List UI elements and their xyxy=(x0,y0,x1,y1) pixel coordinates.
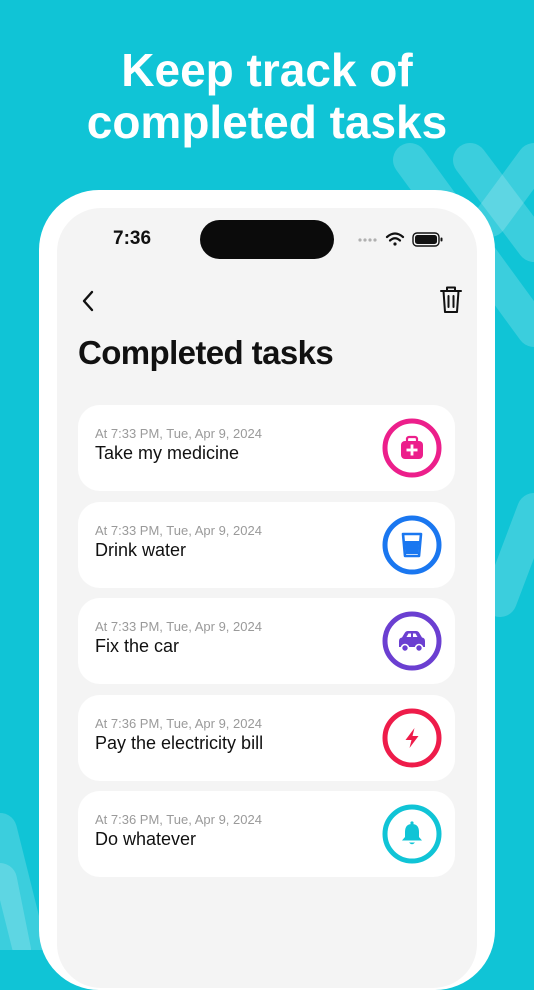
task-timestamp: At 7:33 PM, Tue, Apr 9, 2024 xyxy=(95,619,262,634)
car-icon xyxy=(382,611,442,671)
task-title: Drink water xyxy=(95,540,187,560)
bell-icon xyxy=(382,804,442,864)
dynamic-island xyxy=(200,220,334,259)
phone-screen: 7:36 Completed tasks At 7:33 PM, Tue, Ap… xyxy=(57,208,477,988)
battery-icon xyxy=(412,232,443,247)
first-aid-kit-icon xyxy=(382,418,442,478)
back-button[interactable] xyxy=(77,288,101,314)
headline: Keep track of completed tasks xyxy=(0,44,534,148)
status-time: 7:36 xyxy=(113,228,152,249)
task-title: Pay the electricity bill xyxy=(95,733,264,753)
glass-of-water-icon xyxy=(382,515,442,575)
task-title: Take my medicine xyxy=(95,443,240,463)
lightning-bolt-icon xyxy=(382,708,442,768)
task-timestamp: At 7:33 PM, Tue, Apr 9, 2024 xyxy=(95,523,262,538)
trash-icon xyxy=(440,286,462,313)
status-icons xyxy=(358,232,443,247)
signal-icon xyxy=(358,238,377,242)
wifi-icon xyxy=(385,232,405,246)
task-card-do-whatever[interactable]: At 7:36 PM, Tue, Apr 9, 2024 Do whatever xyxy=(78,791,455,877)
task-timestamp: At 7:36 PM, Tue, Apr 9, 2024 xyxy=(95,812,262,827)
task-timestamp: At 7:33 PM, Tue, Apr 9, 2024 xyxy=(95,426,262,441)
task-card-fix-car[interactable]: At 7:33 PM, Tue, Apr 9, 2024 Fix the car xyxy=(78,598,455,684)
headline-line-1: Keep track of xyxy=(121,44,413,96)
page-title: Completed tasks xyxy=(78,334,334,371)
task-timestamp: At 7:36 PM, Tue, Apr 9, 2024 xyxy=(95,716,262,731)
task-card-take-medicine[interactable]: At 7:33 PM, Tue, Apr 9, 2024 Take my med… xyxy=(78,405,455,491)
task-title: Fix the car xyxy=(95,636,180,656)
task-title: Do whatever xyxy=(95,829,197,849)
headline-line-2: completed tasks xyxy=(86,96,448,148)
chevron-left-icon xyxy=(82,290,94,312)
task-card-drink-water[interactable]: At 7:33 PM, Tue, Apr 9, 2024 Drink water xyxy=(78,502,455,588)
task-card-electricity-bill[interactable]: At 7:36 PM, Tue, Apr 9, 2024 Pay the ele… xyxy=(78,695,455,781)
delete-button[interactable] xyxy=(438,285,464,315)
